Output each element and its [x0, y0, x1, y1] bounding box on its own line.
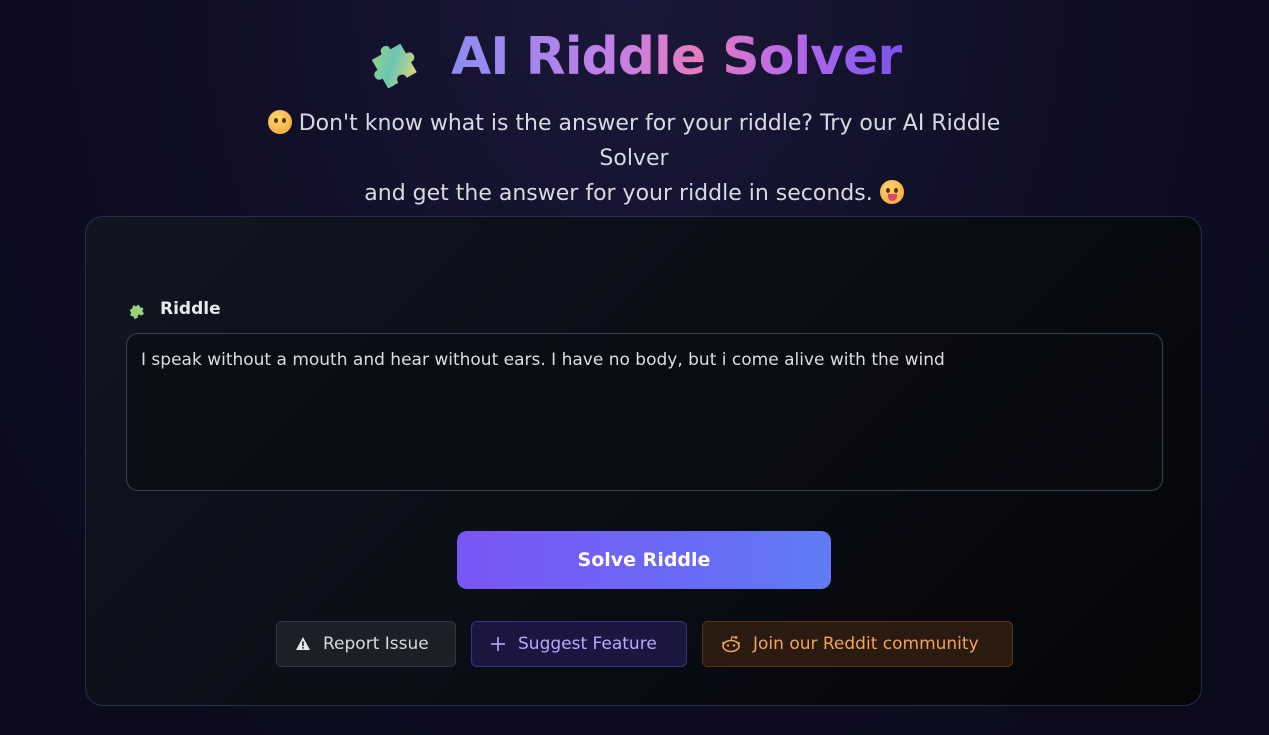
- page-subtitle: Don't know what is the answer for your r…: [234, 106, 1034, 211]
- reddit-community-label: Join our Reddit community: [753, 634, 979, 654]
- riddle-card: Riddle I speak without a mouth and hear …: [85, 216, 1202, 706]
- riddle-label-text: Riddle: [160, 299, 221, 319]
- suggest-feature-button[interactable]: Suggest Feature: [471, 621, 687, 667]
- riddle-field-label: Riddle: [128, 299, 221, 319]
- riddle-input[interactable]: I speak without a mouth and hear without…: [126, 333, 1163, 491]
- puzzle-icon: [371, 43, 417, 88]
- subtitle-line-2: and get the answer for your riddle in se…: [364, 181, 873, 206]
- reddit-community-button[interactable]: Join our Reddit community: [702, 621, 1013, 667]
- thinking-face-icon: [267, 110, 292, 134]
- tongue-face-icon: [879, 180, 904, 204]
- report-issue-label: Report Issue: [323, 634, 429, 654]
- puzzle-icon: [129, 304, 145, 319]
- page-title: AI Riddle Solver: [451, 22, 903, 92]
- warning-icon: [296, 637, 310, 650]
- suggest-feature-label: Suggest Feature: [518, 634, 657, 654]
- subtitle-line-1: Don't know what is the answer for your r…: [298, 111, 1001, 171]
- reddit-icon: [722, 636, 740, 653]
- report-issue-button[interactable]: Report Issue: [276, 621, 456, 667]
- plus-icon: [491, 637, 505, 651]
- solve-riddle-button[interactable]: Solve Riddle: [457, 531, 831, 589]
- title-row: AI Riddle Solver: [0, 22, 1269, 92]
- riddle-input-value: I speak without a mouth and hear without…: [141, 350, 945, 370]
